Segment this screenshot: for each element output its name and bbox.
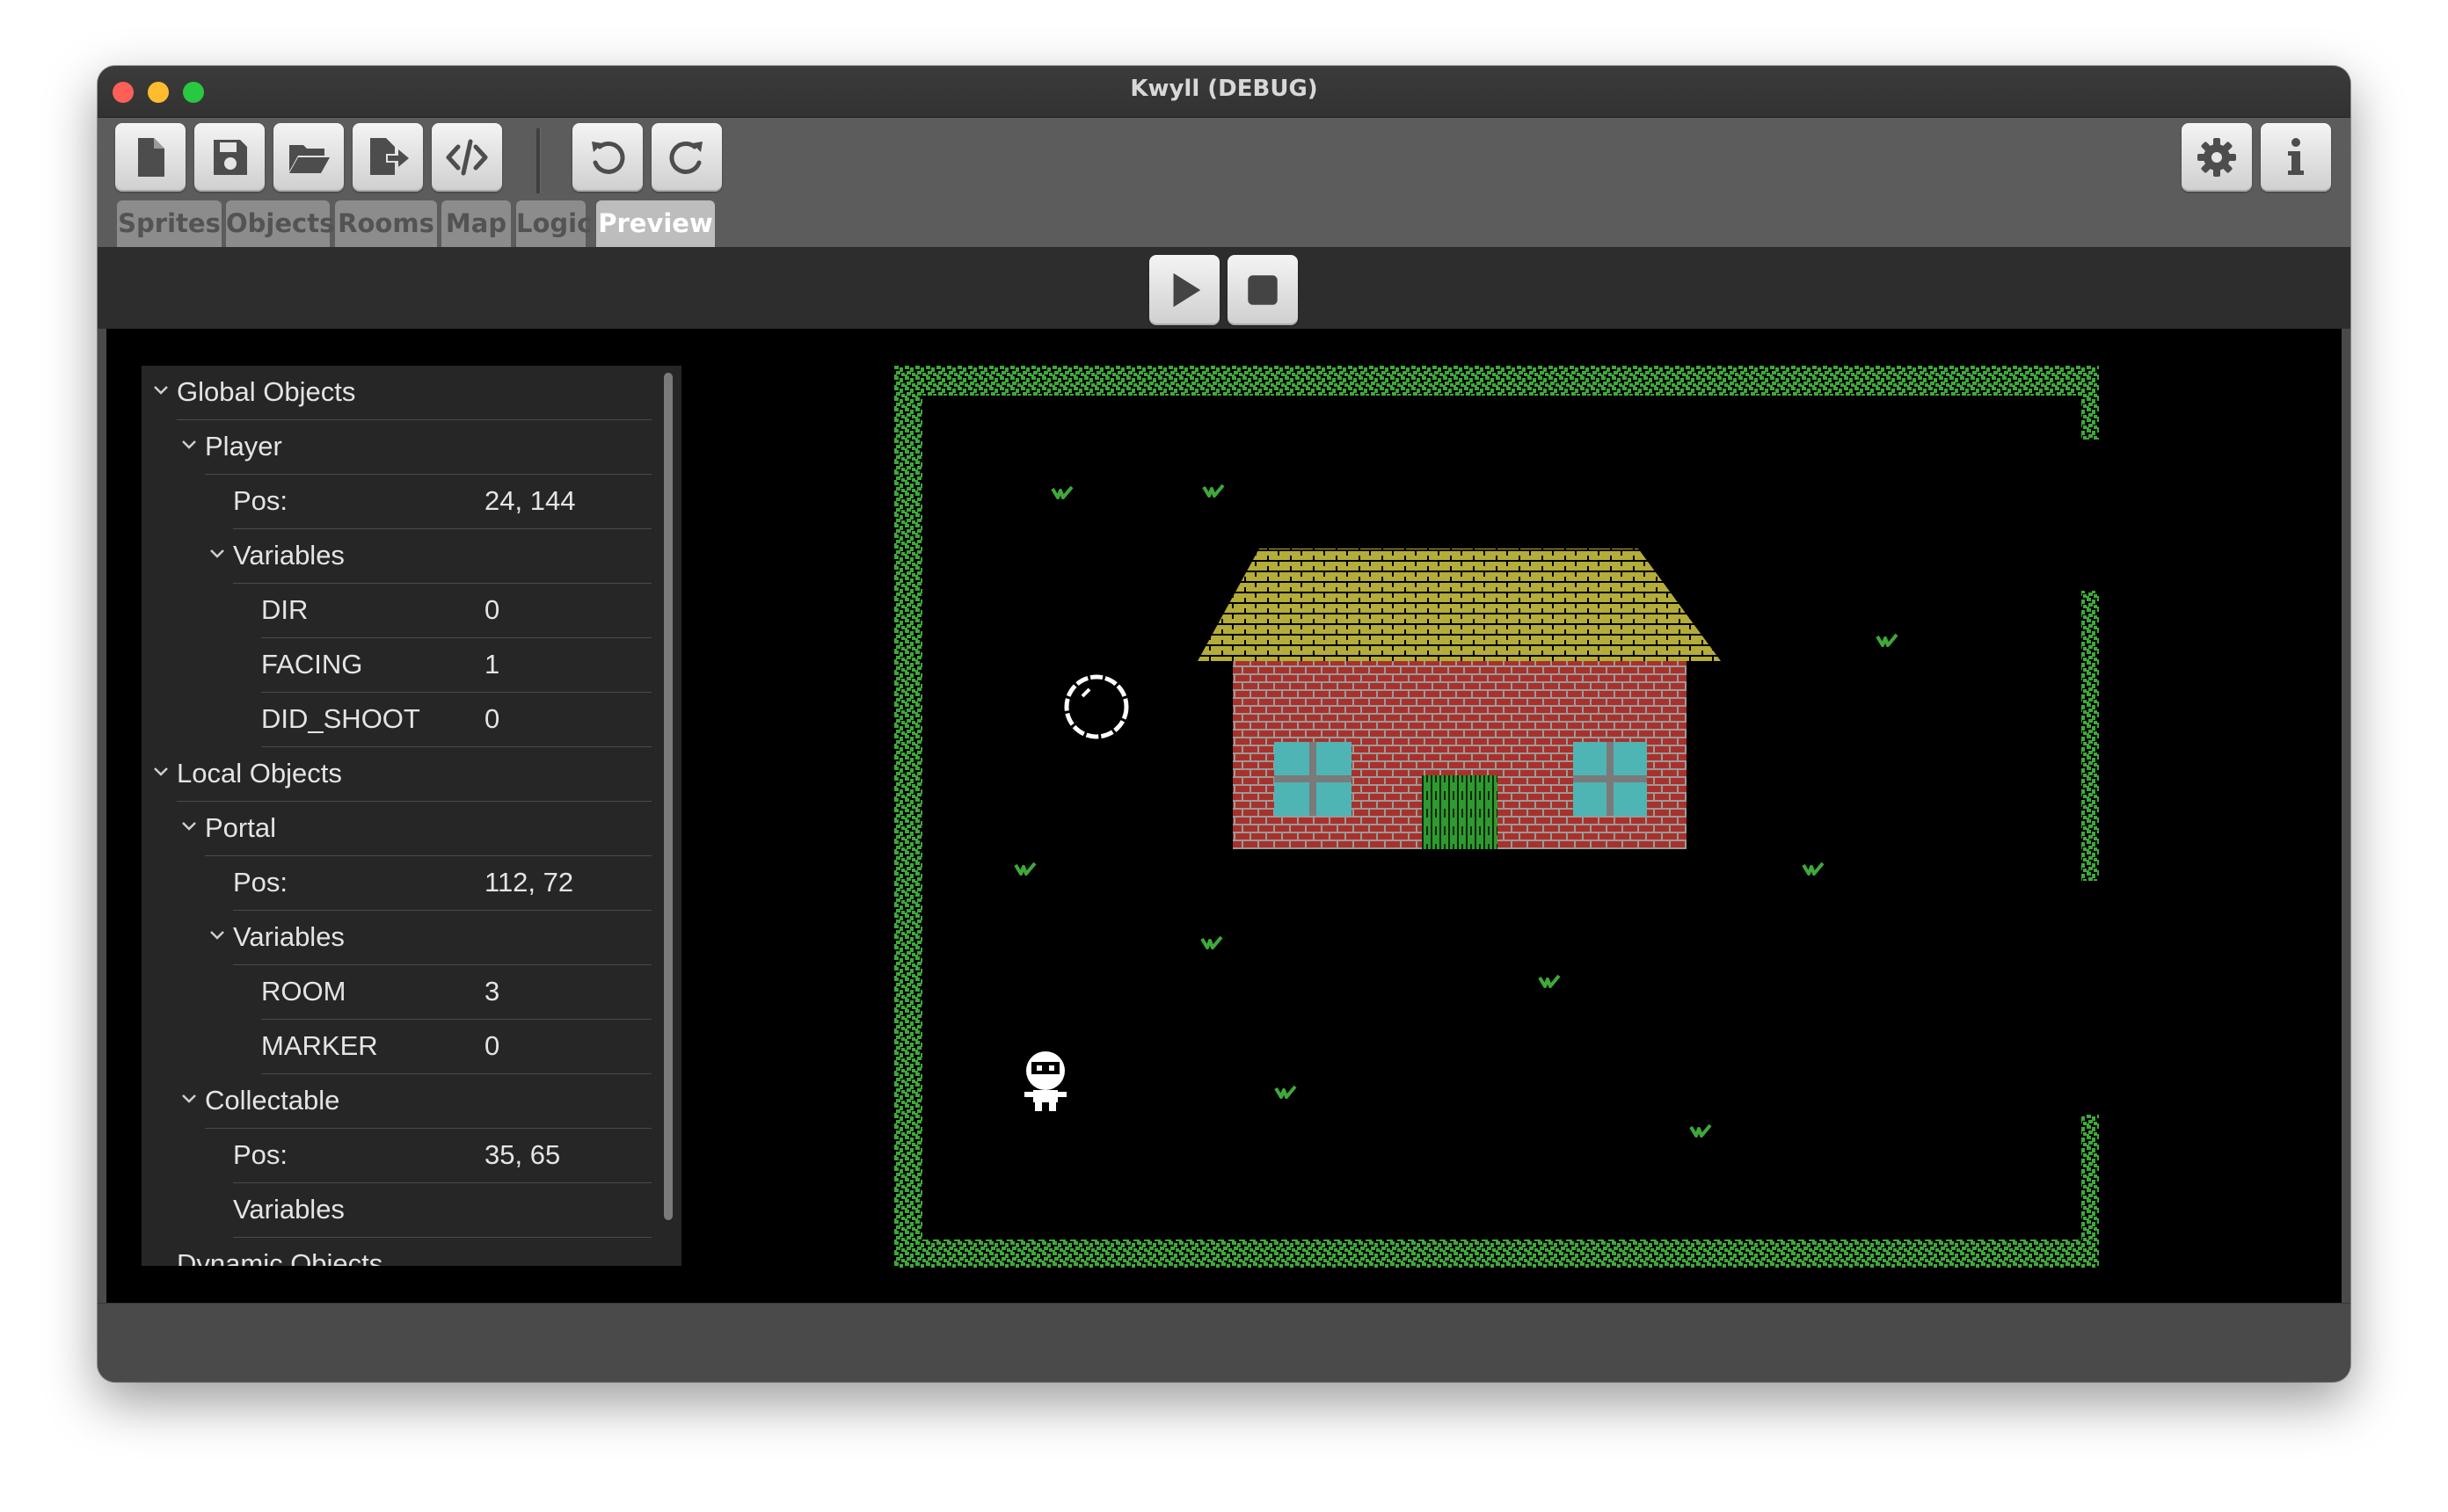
inspector-scrollbar[interactable] [664, 373, 673, 1220]
play-button[interactable] [1149, 255, 1220, 325]
app-window: Kwyll (DEBUG) Sprites Objects Rooms Map … [98, 66, 2350, 1382]
stop-button[interactable] [1228, 255, 1298, 325]
undo-button[interactable] [572, 123, 643, 192]
variable-name: MARKER [261, 1030, 378, 1061]
variable-value: 3 [484, 976, 500, 1007]
property-row-collectable-pos: Pos: 35, 65 [142, 1129, 652, 1183]
save-button[interactable] [194, 123, 265, 192]
tree-label: Local Objects [177, 758, 342, 789]
chevron-down-icon [210, 549, 224, 558]
variable-value: 0 [484, 703, 500, 734]
property-label: Pos: [233, 867, 288, 898]
variable-name: DID_SHOOT [261, 703, 420, 734]
chevron-down-icon [182, 1094, 196, 1103]
tree-label: Variables [233, 921, 345, 952]
tree-node-collectable-variables[interactable]: Variables [142, 1183, 652, 1238]
tree-label: Portal [205, 812, 276, 843]
gear-icon [2197, 138, 2236, 177]
tree-label: Dynamic Objects [177, 1248, 383, 1266]
tree-label: Player [205, 431, 282, 462]
property-value: 24, 144 [484, 485, 576, 516]
run-controls [98, 247, 2350, 329]
stop-icon [1248, 275, 1278, 305]
tab-bar: Sprites Objects Rooms Map Logic Preview [98, 195, 2350, 247]
undo-icon [592, 142, 625, 174]
toolbar-separator [536, 128, 541, 193]
preview-area: Global Objects Player Pos: 24, 144 Varia… [106, 329, 2342, 1303]
chevron-down-icon [210, 931, 224, 940]
export-button[interactable] [353, 123, 423, 192]
tree-node-local-objects[interactable]: Local Objects [142, 747, 652, 802]
redo-icon [669, 142, 703, 174]
tab-logic[interactable]: Logic [516, 200, 592, 247]
property-row-portal-pos: Pos: 112, 72 [142, 856, 652, 911]
code-icon [446, 139, 488, 176]
variable-name: ROOM [261, 976, 346, 1007]
tab-sprites[interactable]: Sprites [117, 200, 222, 247]
variable-value: 1 [484, 649, 500, 680]
wall-bottom [894, 1239, 2099, 1268]
tree-node-player-variables[interactable]: Variables [142, 529, 652, 584]
variable-value: 0 [484, 594, 500, 625]
variable-name: FACING [261, 649, 363, 680]
wall-right-bottom [2081, 1115, 2099, 1268]
variable-row: DID_SHOOT 0 [142, 693, 652, 747]
tree-label: Variables [233, 540, 345, 571]
variable-row: FACING 1 [142, 638, 652, 693]
play-icon [1173, 273, 1201, 308]
property-value: 35, 65 [484, 1139, 561, 1170]
info-icon [2288, 138, 2304, 175]
status-bar [98, 1303, 2350, 1382]
tree-node-global-objects[interactable]: Global Objects [142, 366, 652, 420]
new-file-button[interactable] [115, 123, 186, 192]
tree-node-collectable[interactable]: Collectable [142, 1074, 652, 1129]
house-sprite [1198, 549, 1721, 849]
info-button[interactable] [2261, 123, 2331, 192]
tab-rooms[interactable]: Rooms [335, 200, 437, 247]
new-file-icon [138, 138, 164, 177]
toolbar [98, 118, 2350, 195]
variable-row: DIR 0 [142, 584, 652, 638]
tree-node-dynamic-objects[interactable]: Dynamic Objects [142, 1238, 652, 1266]
chevron-down-icon [154, 767, 168, 776]
property-label: Pos: [233, 485, 288, 516]
property-value: 112, 72 [484, 867, 574, 898]
open-button[interactable] [273, 123, 344, 192]
object-inspector: Global Objects Player Pos: 24, 144 Varia… [142, 366, 681, 1266]
save-icon [214, 140, 247, 175]
property-label: Pos: [233, 1139, 288, 1170]
tree-node-player[interactable]: Player [142, 420, 652, 475]
code-button[interactable] [432, 123, 502, 192]
open-folder-icon [289, 145, 330, 173]
variable-row: ROOM 3 [142, 965, 652, 1020]
tree-node-portal[interactable]: Portal [142, 802, 652, 856]
tab-objects[interactable]: Objects [226, 200, 334, 247]
tree-label: Variables [233, 1194, 345, 1225]
tree-label: Global Objects [177, 376, 356, 407]
export-icon [370, 138, 409, 175]
tree-node-portal-variables[interactable]: Variables [142, 911, 652, 965]
chevron-down-icon [154, 386, 168, 395]
wall-right-top [2081, 366, 2099, 440]
chevron-down-icon [182, 822, 196, 831]
tab-preview[interactable]: Preview [596, 200, 715, 247]
wall-left [894, 366, 922, 1268]
title-bar: Kwyll (DEBUG) [98, 66, 2350, 118]
settings-button[interactable] [2182, 123, 2252, 192]
game-preview-canvas[interactable] [894, 366, 2099, 1268]
window-title: Kwyll (DEBUG) [1130, 76, 1318, 102]
redo-button[interactable] [652, 123, 722, 192]
tab-map[interactable]: Map [441, 200, 511, 247]
property-row-player-pos: Pos: 24, 144 [142, 475, 652, 529]
variable-value: 0 [484, 1030, 500, 1061]
variable-row: MARKER 0 [142, 1020, 652, 1074]
wall-right-middle [2081, 591, 2099, 881]
chevron-down-icon [182, 440, 196, 449]
wall-top [894, 366, 2099, 396]
variable-name: DIR [261, 594, 309, 625]
tree-label: Collectable [205, 1085, 340, 1116]
